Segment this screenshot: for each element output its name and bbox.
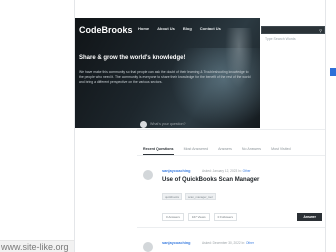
followers-count: 0 Followers	[213, 213, 237, 221]
question-meta: Asked: January 12, 2023 In: Other	[202, 169, 251, 173]
nav-item-contact[interactable]: Contact Us	[200, 26, 221, 31]
search-input[interactable]	[262, 36, 324, 42]
search-icon[interactable]: ⚲	[319, 28, 322, 33]
question-date: Asked: December 30, 2022 In:	[202, 241, 246, 245]
question-card: sanjaycoaching Asked: December 30, 2022 …	[137, 238, 325, 252]
question-meta: Asked: December 30, 2022 In: Other	[202, 241, 254, 245]
avatar[interactable]	[143, 170, 153, 180]
answers-count[interactable]: 0 Answers	[162, 213, 184, 221]
site-like-link[interactable]: www.site-like.org	[0, 240, 74, 252]
question-card: sanjaycoaching Asked: January 12, 2023 I…	[137, 166, 325, 228]
tab-most-visited[interactable]: Most Visited	[271, 144, 291, 155]
main-nav: Home About Us Blog Contact Us	[138, 26, 221, 31]
site-logo[interactable]: CodeBrooks	[79, 25, 133, 35]
question-tabs: Recent Questions Most Answered Answers N…	[137, 144, 325, 156]
page-frame-right	[325, 0, 326, 252]
question-category[interactable]: Other	[246, 241, 254, 245]
tab-recent-questions[interactable]: Recent Questions	[143, 144, 174, 155]
tab-no-answers[interactable]: No Answers	[242, 144, 261, 155]
hero-banner: CodeBrooks Home About Us Blog Contact Us…	[75, 18, 260, 128]
tag[interactable]: scan_manager_tool	[185, 193, 216, 200]
tab-most-answered[interactable]: Most Answered	[184, 144, 209, 155]
question-category[interactable]: Other	[243, 169, 251, 173]
question-author[interactable]: sanjaycoaching	[162, 169, 191, 173]
side-tab[interactable]	[330, 68, 336, 76]
answer-button[interactable]: Answer	[297, 213, 322, 221]
avatar[interactable]	[143, 242, 153, 252]
tag[interactable]: quickbooks	[162, 193, 182, 200]
avatar	[140, 121, 147, 128]
question-author[interactable]: sanjaycoaching	[162, 241, 191, 245]
question-tags: quickbooks scan_manager_tool	[162, 193, 216, 200]
views-count: 167 Views	[187, 213, 210, 221]
hero-title: Share & grow the world's knowledge!	[79, 55, 186, 61]
search-box: ⚲	[261, 26, 325, 42]
nav-item-about[interactable]: About Us	[157, 26, 175, 31]
ask-question-input[interactable]: What's your question?	[150, 122, 185, 126]
question-date: Asked: January 12, 2023 In:	[202, 169, 242, 173]
nav-item-home[interactable]: Home	[138, 26, 149, 31]
ask-question-bar[interactable]: What's your question?	[137, 118, 325, 130]
question-title[interactable]: Use of QuickBooks Scan Manager	[162, 177, 259, 183]
left-gutter	[0, 0, 73, 252]
tab-answers[interactable]: Answers	[218, 144, 232, 155]
hero-text: We have make this community so that peop…	[79, 70, 251, 84]
nav-item-blog[interactable]: Blog	[183, 26, 192, 31]
question-footer: 0 Answers 167 Views 0 Followers Answer	[162, 213, 322, 223]
